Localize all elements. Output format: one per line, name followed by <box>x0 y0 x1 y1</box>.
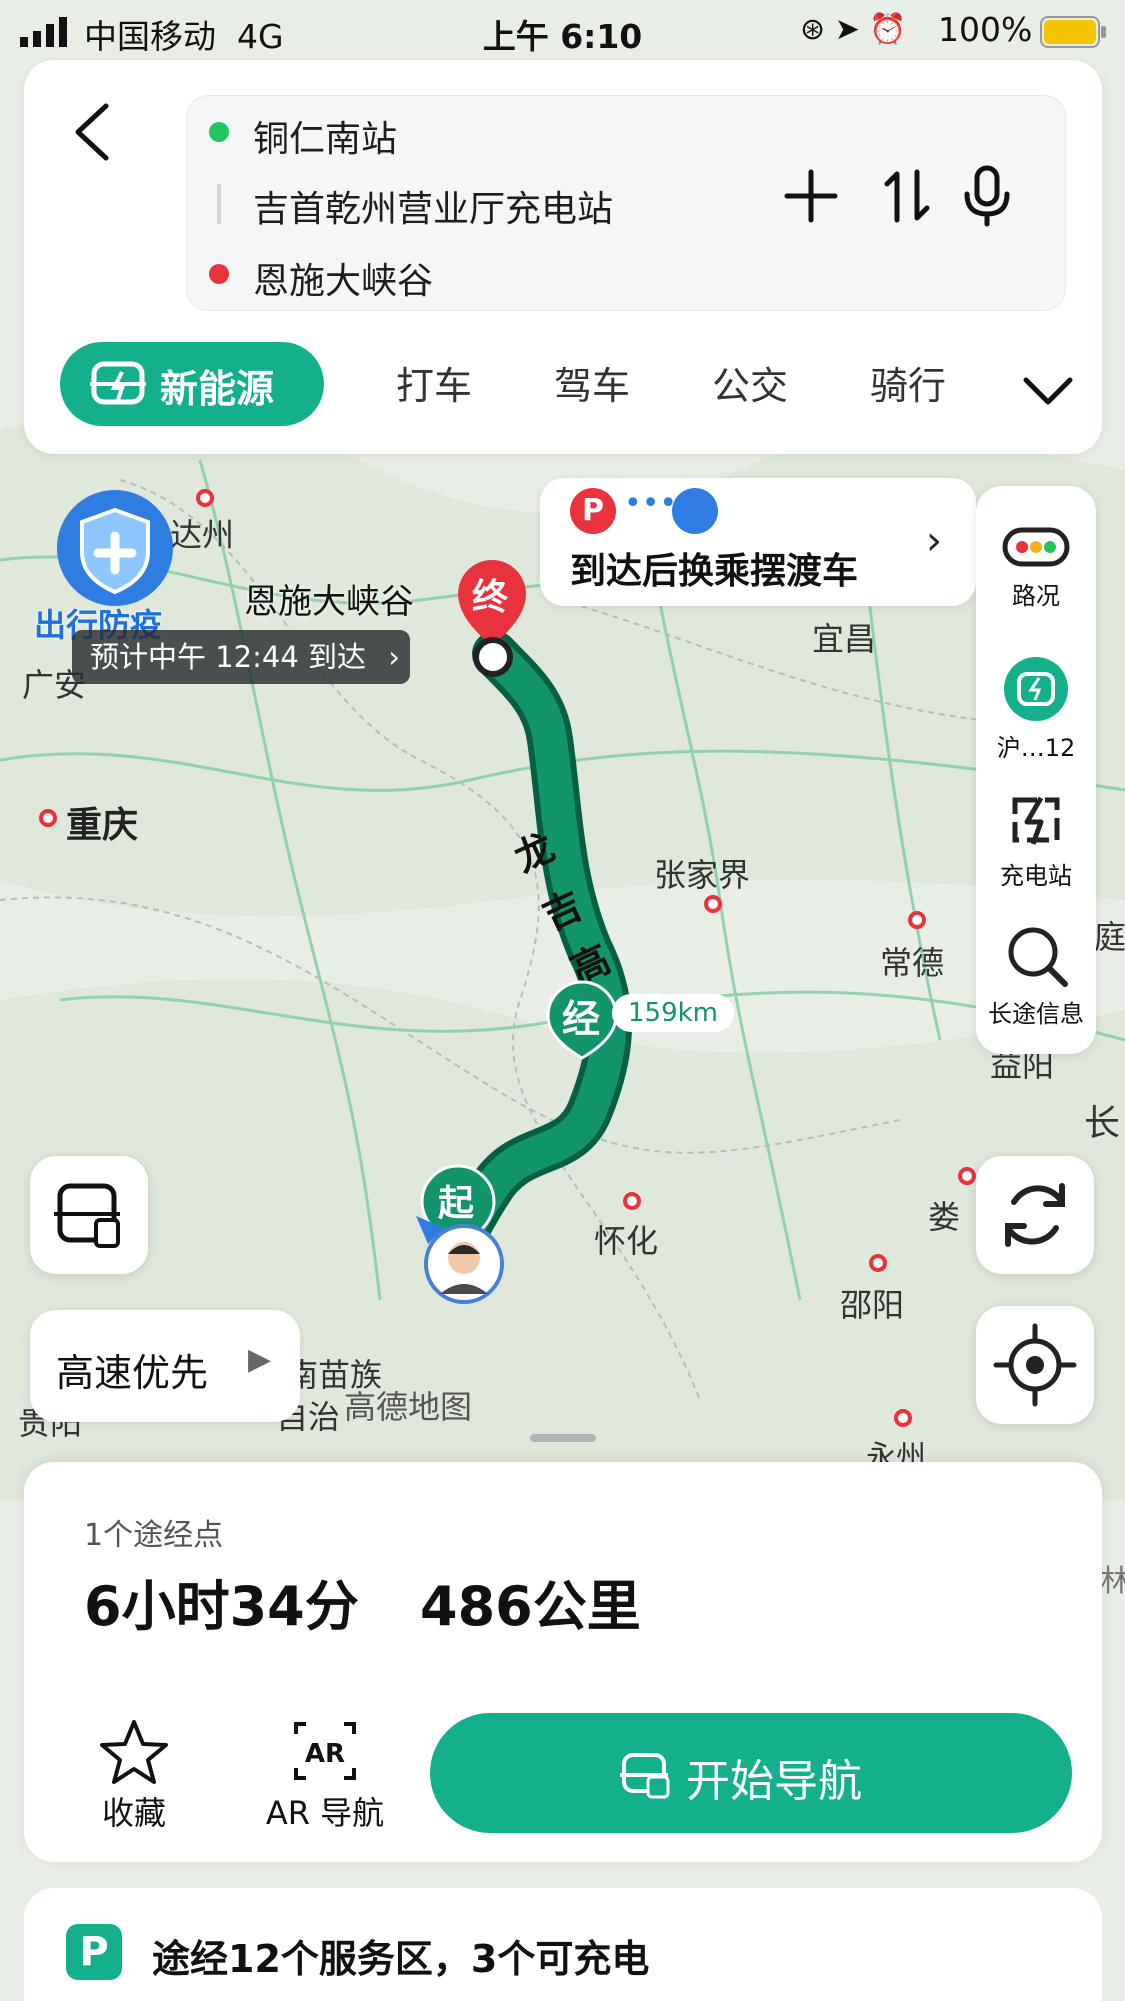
star-icon <box>100 1720 168 1784</box>
city-label-yichang: 宜昌 <box>812 620 877 658</box>
charging-icon <box>1012 796 1060 845</box>
vehicle-plate-button[interactable]: 沪…12 <box>976 656 1096 763</box>
city-label-chang: 长 <box>1084 1103 1121 1144</box>
city-label-shaoyang: 邵阳 <box>840 1286 905 1324</box>
waypoint-marker[interactable]: 经 159km <box>546 980 735 1060</box>
destination-map-label: 恩施大峡谷 <box>244 582 414 622</box>
traffic-button[interactable]: 路况 <box>976 526 1096 611</box>
more-dots-icon: ••• <box>624 486 678 521</box>
map-drag-handle[interactable] <box>530 1434 596 1442</box>
ev-car-icon <box>88 358 150 419</box>
start-navigation-button[interactable]: 开始导航 <box>430 1713 1072 1833</box>
ev-car-icon <box>54 1183 120 1248</box>
end-marker[interactable]: 终 <box>456 558 528 648</box>
charging-station-button[interactable]: 充电站 <box>976 790 1096 891</box>
route-preference-button[interactable]: 高速优先 ▶ <box>30 1310 300 1422</box>
refresh-route-button[interactable] <box>976 1156 1094 1274</box>
locate-me-button[interactable] <box>976 1306 1094 1424</box>
chevron-left-icon <box>75 103 109 161</box>
map-tools-panel: 路况 沪…12 充电站 长途信息 <box>976 486 1096 1054</box>
battery-percent: 100% <box>938 10 1033 49</box>
route-inputs: 铜仁南站 吉首乾州营业厅充电站 恩施大峡谷 <box>186 95 1066 311</box>
ar-icon: AR <box>294 1722 356 1780</box>
waypoint-bar <box>217 184 221 224</box>
long-trip-info-button[interactable]: 长途信息 <box>976 922 1096 1029</box>
voice-input-button[interactable] <box>957 162 1017 232</box>
distance: 486公里 <box>420 1575 641 1638</box>
favorite-button[interactable]: 收藏 <box>74 1718 194 1834</box>
origin-field[interactable]: 铜仁南站 <box>253 110 397 162</box>
bus-icon <box>672 488 718 534</box>
microphone-icon <box>964 165 1010 227</box>
tab-new-energy[interactable]: 新能源 <box>60 342 324 426</box>
swap-route-button[interactable] <box>877 166 937 230</box>
city-label-changde: 常德 <box>880 944 945 982</box>
arrival-tag[interactable]: 预计中午 12:44 到达 › <box>72 630 411 684</box>
waypoint-field[interactable]: 吉首乾州营业厅充电站 <box>253 180 613 232</box>
battery-icon <box>1040 16 1108 56</box>
traffic-light-icon <box>1002 527 1070 567</box>
city-label-huaihua: 怀化 <box>594 1222 659 1260</box>
avatar <box>416 1216 504 1304</box>
add-waypoint-button[interactable] <box>781 166 841 230</box>
chevron-right-icon: › <box>388 640 401 674</box>
chevron-down-icon <box>1023 377 1073 405</box>
search-icon <box>1008 927 1068 987</box>
swap-icon <box>884 169 930 223</box>
shuttle-tip[interactable]: P ••• 到达后换乘摆渡车 › <box>540 478 976 606</box>
tab-bus[interactable]: 公交 <box>712 355 788 410</box>
origin-dot <box>209 122 229 142</box>
destination-dot <box>209 264 229 284</box>
vehicle-button[interactable] <box>30 1156 148 1274</box>
back-button[interactable] <box>64 96 134 166</box>
ar-navigation-button[interactable]: AR AR 导航 <box>240 1718 410 1834</box>
epidemic-badge[interactable]: 出行防疫 <box>34 490 204 644</box>
tab-taxi[interactable]: 打车 <box>396 355 472 410</box>
destination-point <box>473 637 513 677</box>
service-area-card[interactable]: P 途经12个服务区，3个可充电 <box>24 1888 1102 2001</box>
gaode-watermark: 高德地图 <box>344 1388 473 1426</box>
ev-car-icon <box>618 1747 674 1812</box>
city-label-lou: 娄 <box>928 1198 961 1236</box>
status-bar: 中国移动 4G 上午 6:10 ⊛ ➤ ⏰ 100% <box>0 0 1125 64</box>
destination-field[interactable]: 恩施大峡谷 <box>253 252 433 304</box>
alarm-icon: ⏰ <box>869 12 907 47</box>
service-area-icon: P <box>66 1924 122 1980</box>
locate-icon <box>993 1323 1077 1407</box>
city-label-ting: 庭 <box>1094 918 1125 956</box>
expand-tabs-button[interactable] <box>1020 370 1076 414</box>
plus-icon <box>784 169 838 223</box>
tab-ride[interactable]: 骑行 <box>870 355 946 410</box>
shield-icon <box>57 490 173 606</box>
triangle-right-icon: ▶ <box>248 1342 272 1377</box>
city-label-chongqing: 重庆 <box>66 805 139 846</box>
user-location[interactable] <box>414 1214 504 1304</box>
location-arrow-icon: ➤ <box>834 12 860 47</box>
refresh-icon <box>1005 1183 1065 1247</box>
svg-text:AR: AR <box>305 1739 345 1769</box>
city-label-zhangjiajie: 张家界 <box>654 856 751 894</box>
chevron-right-icon: › <box>926 518 942 564</box>
waypoint-count: 1个途经点 <box>84 1518 224 1553</box>
lock-rotation-icon: ⊛ <box>800 12 826 47</box>
duration: 6小时34分 <box>84 1575 359 1638</box>
status-icons: ⊛ ➤ ⏰ <box>800 12 907 47</box>
tab-drive[interactable]: 驾车 <box>554 355 630 410</box>
ev-car-icon <box>1004 657 1068 721</box>
parking-icon: P <box>570 488 616 534</box>
city-label-lin: 林 <box>1100 1564 1125 1599</box>
